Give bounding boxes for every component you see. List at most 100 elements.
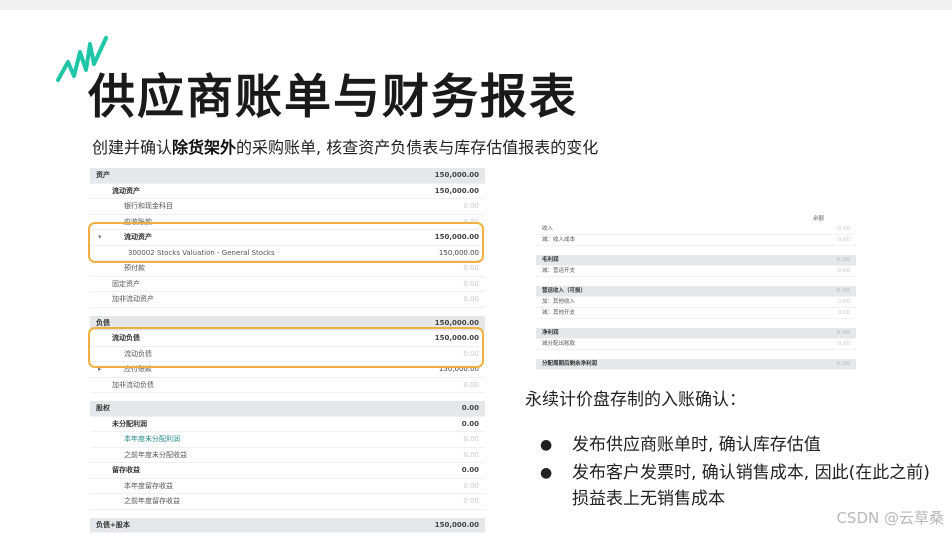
table-row[interactable]: 本年度留存收益 0.00 <box>90 479 485 494</box>
table-row[interactable]: 收入 0.00 <box>536 224 856 235</box>
section-header-row[interactable]: 毛利润 0.00 <box>536 255 856 266</box>
section-header-row[interactable]: 负债+股本 150,000.00 <box>90 517 485 533</box>
bullet-icon: ● <box>540 437 553 453</box>
row-label: 收入 <box>542 226 554 232</box>
row-value: 0.00 <box>837 341 850 347</box>
row-label: 加：其他收入 <box>542 299 576 305</box>
row-value: 0.00 <box>461 404 479 412</box>
row-label: 减：其他开支 <box>542 310 576 316</box>
row-value: 0.00 <box>461 466 479 474</box>
page-title: 供应商账单与财务报表 <box>88 70 578 125</box>
bullet-text: 发布供应商账单时, 确认库存估值 <box>572 435 821 455</box>
row-label: 股权 <box>96 404 110 412</box>
table-row[interactable]: 加非流动资产 0.00 <box>90 292 485 308</box>
table-row[interactable]: 留存收益 0.00 <box>90 463 485 479</box>
row-label: 预付款 <box>124 264 145 272</box>
row-value: 0.00 <box>463 380 479 389</box>
row-value: 0.00 <box>836 288 850 294</box>
section-header-row[interactable]: 股权 0.00 <box>90 401 485 417</box>
row-value: 0.00 <box>463 435 479 443</box>
row-value: 0.00 <box>463 450 479 459</box>
table-row[interactable]: 流动资产 150,000.00 <box>90 184 485 199</box>
row-value: 0.00 <box>463 264 479 272</box>
row-label: 营运收入（可损） <box>542 288 587 294</box>
row-value: 0.00 <box>837 299 850 305</box>
table-row[interactable]: 之前年度未分配收益 0.00 <box>90 448 485 463</box>
row-label: 之前年度未分配收益 <box>124 450 187 459</box>
row-label: 毛利润 <box>542 257 559 263</box>
row-value: 0.00 <box>463 497 479 505</box>
top-band <box>0 0 952 10</box>
table-row[interactable]: 预付款 0.00 <box>90 261 485 277</box>
row-label: 净利润 <box>542 330 559 336</box>
row-label: 负债+股本 <box>96 520 130 529</box>
list-item: ● 发布客户发票时, 确认销售成本, 因此(在此之前)损益表上无销售成本 <box>540 460 945 512</box>
row-value: 0.00 <box>837 237 850 243</box>
row-label: 之前年度留存收益 <box>124 497 180 505</box>
highlight-accounts-payable <box>88 327 484 368</box>
table-row[interactable]: 固定资产 0.00 <box>90 277 485 292</box>
section-header-row[interactable]: 资产 150,000.00 <box>90 168 485 184</box>
row-value: 0.00 <box>836 257 850 263</box>
slide: 供应商账单与财务报表 创建并确认除货架外的采购账单, 核查资产负债表与库存估值报… <box>0 0 952 536</box>
row-label: 减：营运开支 <box>542 268 576 274</box>
table-row[interactable]: 加：其他收入 0.00 <box>536 297 856 308</box>
table-row[interactable]: 本年度未分配利润 0.00 <box>90 432 485 448</box>
row-label: 加非流动负债 <box>112 380 154 389</box>
pl-column-header: 余额 <box>812 216 824 222</box>
row-label: 减分配出账款 <box>542 341 576 347</box>
row-value: 0.00 <box>463 202 479 210</box>
row-label: 本年度留存收益 <box>124 481 173 490</box>
row-label: 未分配利润 <box>112 419 147 428</box>
table-row[interactable]: 减：营运开支 0.00 <box>536 266 856 277</box>
notes-list: ● 发布供应商账单时, 确认库存估值 ● 发布客户发票时, 确认销售成本, 因此(在… <box>540 432 945 514</box>
bullet-text: 发布客户发票时, 确认销售成本, 因此(在此之前)损益表上无销售成本 <box>572 463 930 509</box>
section-header-row[interactable]: 分配周期后剩余净利润 0.00 <box>536 359 856 370</box>
table-row[interactable]: 未分配利润 0.00 <box>90 417 485 432</box>
row-value: 0.00 <box>836 361 850 367</box>
highlight-stock-valuation <box>88 222 484 263</box>
row-label: 本年度未分配利润 <box>124 435 180 443</box>
row-label: 固定资产 <box>112 279 140 288</box>
subtitle-part-3: 的采购账单, 核查资产负债表与库存估值报表的变化 <box>236 138 599 157</box>
row-label: 留存收益 <box>112 466 140 474</box>
row-value: 0.00 <box>836 330 850 336</box>
row-value: 0.00 <box>837 268 850 274</box>
row-label: 银行和现金科目 <box>124 202 173 210</box>
subtitle-emphasis: 除货架外 <box>172 138 237 157</box>
list-item: ● 发布供应商账单时, 确认库存估值 <box>540 432 945 458</box>
row-value: 0.00 <box>463 295 479 303</box>
row-label: 加非流动资产 <box>112 295 154 303</box>
bullet-icon: ● <box>540 465 553 481</box>
table-row[interactable]: 之前年度留存收益 0.00 <box>90 494 485 510</box>
table-row[interactable]: 减：其他开支 0.00 <box>536 308 856 319</box>
table-row[interactable]: 银行和现金科目 0.00 <box>90 199 485 215</box>
row-value: 150,000.00 <box>434 520 479 529</box>
profit-loss-table: 余额 收入 0.00 减：收入成本 0.00 毛利润 0.00 减：营运开支 0.00 营运收入… <box>536 212 856 370</box>
row-label: 分配周期后剩余净利润 <box>542 361 598 367</box>
section-header-row[interactable]: 净利润 0.00 <box>536 328 856 339</box>
row-value: 0.00 <box>837 226 850 232</box>
notes-heading: 永续计价盘存制的入账确认： <box>525 390 746 410</box>
row-value: 0.00 <box>461 419 479 428</box>
row-label: 流动资产 <box>112 186 140 195</box>
table-row[interactable]: 加非流动负债 0.00 <box>90 378 485 393</box>
row-value: 0.00 <box>463 481 479 490</box>
table-row[interactable]: 减：收入成本 0.00 <box>536 235 856 246</box>
row-value: 150,000.00 <box>434 186 479 195</box>
section-header-row[interactable]: 营运收入（可损） 0.00 <box>536 286 856 297</box>
subtitle-part-1: 创建并确认 <box>92 138 173 157</box>
row-value: 0.00 <box>463 279 479 288</box>
page-subtitle: 创建并确认除货架外的采购账单, 核查资产负债表与库存估值报表的变化 <box>92 134 598 158</box>
table-row[interactable]: 减分配出账款 0.00 <box>536 339 856 350</box>
watermark: CSDN @云草桑 <box>836 509 944 527</box>
row-label: 资产 <box>96 171 110 179</box>
row-label: 减：收入成本 <box>542 237 576 243</box>
